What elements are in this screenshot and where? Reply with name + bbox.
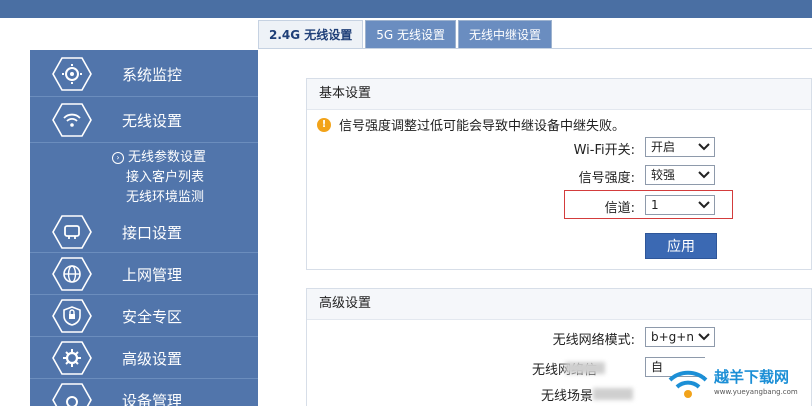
gear-monitor-icon	[52, 57, 92, 91]
interface-icon	[52, 215, 92, 249]
sidebar-item-label: 系统监控	[122, 65, 183, 84]
watermark-url: www.yueyangbang.com	[714, 388, 798, 396]
gear-icon	[52, 341, 92, 375]
signal-strength-label: 信号强度:	[578, 171, 635, 186]
basic-settings-panel: 基本设置 ! 信号强度调整过低可能会导致中继设备中继失败。 Wi-Fi开关: 开…	[306, 78, 812, 270]
wifi-logo-icon	[668, 370, 708, 398]
signal-strength-row: 信号强度: 较强	[307, 165, 812, 187]
sidebar-item-wireless-settings[interactable]: 无线设置	[30, 98, 258, 143]
channel-highlight-box	[564, 190, 733, 219]
sidebar-item-advanced-settings[interactable]: 高级设置	[30, 338, 258, 379]
device-gear-icon	[52, 383, 92, 406]
signal-strength-select[interactable]: 较强	[645, 165, 715, 185]
chevron-down-icon	[698, 171, 710, 179]
obscured-label-fragment	[593, 388, 633, 400]
settings-tabs: 2.4G 无线设置 5G 无线设置 无线中继设置	[258, 20, 554, 48]
wifi-switch-label: Wi-Fi开关:	[573, 143, 635, 158]
sidebar-item-security-zone[interactable]: 安全专区	[30, 296, 258, 337]
sidebar-item-device-management[interactable]: 设备管理	[30, 380, 258, 406]
wifi-gear-icon	[52, 103, 92, 137]
wifi-switch-select[interactable]: 开启	[645, 137, 715, 157]
sidebar-item-internet-management[interactable]: 上网管理	[30, 254, 258, 295]
tab-wireless-repeater[interactable]: 无线中继设置	[458, 20, 553, 48]
top-header-bar	[0, 0, 812, 18]
sidebar-item-label: 接口设置	[122, 223, 183, 242]
warning-message: ! 信号强度调整过低可能会导致中继设备中继失败。	[317, 115, 625, 134]
advanced-settings-title: 高级设置	[307, 289, 811, 320]
sidebar-item-label: 设备管理	[122, 391, 183, 407]
lock-shield-icon	[52, 299, 92, 333]
channel-row: 信道: 1	[307, 195, 812, 217]
chevron-down-icon	[698, 333, 710, 341]
wireless-mode-select[interactable]: b+g+n	[645, 327, 715, 347]
submenu-item-wireless-params[interactable]: › 无线参数设置	[112, 146, 206, 165]
sidebar: 系统监控 无线设置 › 无线参数设置 接入客户列表 无线环境监测 接口设置 上网…	[30, 50, 258, 406]
wireless-scene-label: 无线场景	[540, 389, 593, 404]
basic-settings-title: 基本设置	[307, 79, 811, 110]
sidebar-item-system-monitor[interactable]: 系统监控	[30, 52, 258, 97]
wireless-mode-label: 无线网络模式:	[552, 333, 635, 348]
sidebar-item-interface-settings[interactable]: 接口设置	[30, 212, 258, 253]
chevron-right-icon: ›	[112, 151, 124, 164]
wireless-submenu: › 无线参数设置 接入客户列表 无线环境监测	[30, 144, 258, 214]
submenu-item-environment-monitor[interactable]: 无线环境监测	[126, 186, 204, 205]
wifi-switch-row: Wi-Fi开关: 开启	[307, 137, 812, 159]
sidebar-item-label: 高级设置	[122, 349, 183, 368]
warning-icon: !	[317, 117, 331, 132]
submenu-item-client-list[interactable]: 接入客户列表	[126, 166, 204, 185]
sidebar-item-label: 安全专区	[122, 307, 183, 326]
sidebar-item-label: 无线设置	[122, 111, 183, 130]
watermark-logo: 越羊下载网 www.yueyangbang.com	[666, 360, 812, 406]
globe-icon	[52, 257, 92, 291]
obscured-label-fragment	[565, 362, 605, 374]
warning-text: 信号强度调整过低可能会导致中继设备中继失败。	[339, 119, 626, 134]
sidebar-item-label: 上网管理	[122, 265, 183, 284]
apply-button[interactable]: 应用	[645, 233, 717, 259]
tab-5g-wireless[interactable]: 5G 无线设置	[365, 20, 457, 48]
chevron-down-icon	[698, 143, 710, 151]
tab-24g-wireless[interactable]: 2.4G 无线设置	[258, 20, 364, 48]
watermark-text: 越羊下载网	[714, 368, 790, 386]
wireless-mode-row: 无线网络模式: b+g+n	[307, 327, 812, 349]
